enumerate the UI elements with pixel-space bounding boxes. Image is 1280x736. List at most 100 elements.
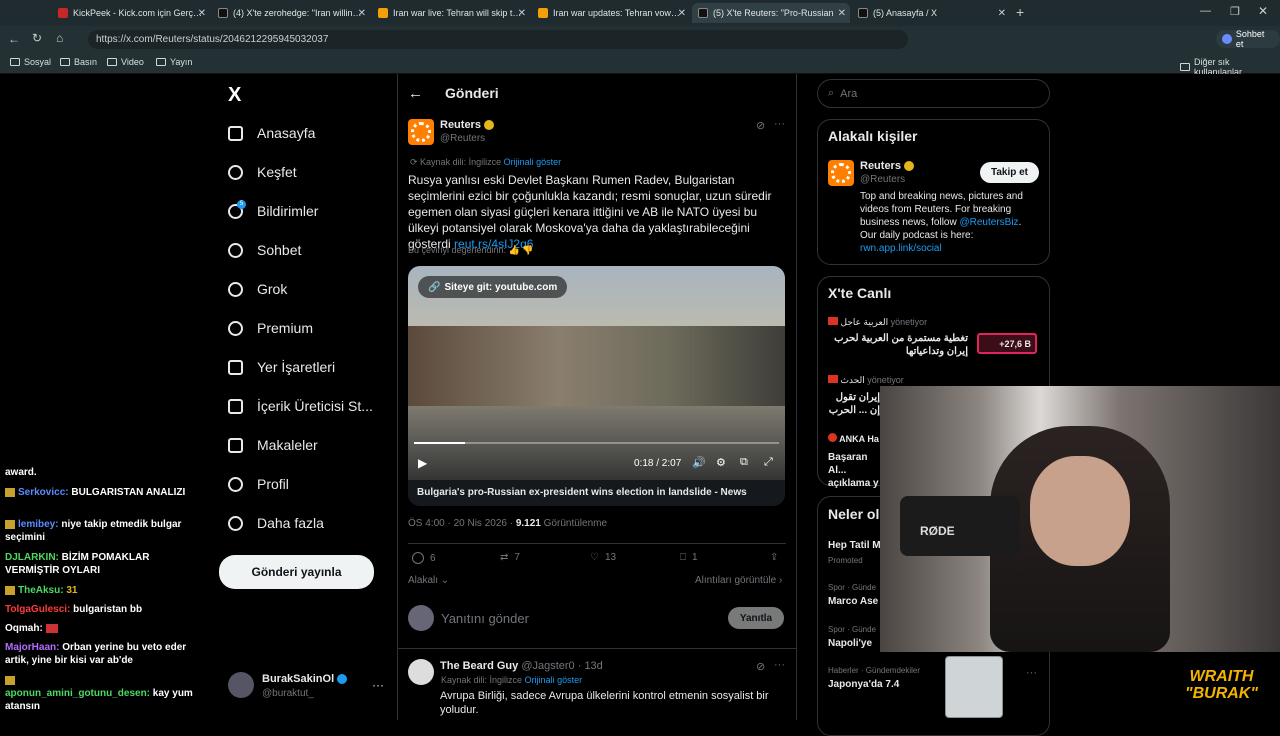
nav-articles[interactable]: Makaleler xyxy=(228,430,318,460)
back-icon[interactable]: ← xyxy=(8,32,20,46)
bookmark-button[interactable]: ⎕ 1 xyxy=(680,552,698,563)
new-tab-button[interactable]: + xyxy=(1016,4,1024,20)
x-logo-icon xyxy=(698,8,708,18)
chat-icon xyxy=(228,242,243,258)
minimize-button[interactable]: — xyxy=(1200,5,1211,17)
streamer-brand: WRAITH "BURAK" xyxy=(1185,668,1258,702)
trend-item[interactable]: Hep Tatil M xyxy=(828,540,881,551)
thumbs-up-icon[interactable]: 👍 xyxy=(509,245,520,255)
copilot-chat-button[interactable]: Sohbet et xyxy=(1216,29,1280,49)
follow-button[interactable]: Takip et xyxy=(980,162,1039,183)
more-icon[interactable]: ··· xyxy=(774,659,785,671)
share-button[interactable]: ⇪ xyxy=(770,552,778,563)
folder-icon xyxy=(156,58,166,66)
bookmark-folder[interactable]: Video xyxy=(107,57,144,67)
live-item-title[interactable]: Başaran Al... açıklama y xyxy=(828,451,880,490)
close-icon[interactable]: ✕ xyxy=(198,8,206,19)
live-listeners-badge[interactable]: +27,6 B xyxy=(977,333,1037,354)
nav-creator-studio[interactable]: İçerik Üreticisi St... xyxy=(228,391,373,421)
person-name[interactable]: Reuters xyxy=(860,160,914,172)
more-icon[interactable]: ··· xyxy=(1026,667,1037,679)
folder-icon xyxy=(1180,63,1190,71)
grok-icon[interactable]: ⊘ xyxy=(756,660,765,673)
close-icon[interactable]: ✕ xyxy=(358,8,366,19)
pip-icon[interactable]: ⧉ xyxy=(740,456,748,469)
browser-tab[interactable]: (4) X'te zerohedge: "Iran willing to ✕ xyxy=(212,3,370,23)
search-input[interactable]: ⌕ Ara xyxy=(817,79,1050,108)
verified-icon xyxy=(903,161,914,172)
more-icon[interactable]: ··· xyxy=(774,118,785,130)
browser-tab[interactable]: Iran war live: Tehran will skip talks ✕ xyxy=(372,3,530,23)
verified-icon xyxy=(483,120,494,131)
refresh-icon[interactable]: ↻ xyxy=(32,31,42,45)
home-icon[interactable]: ⌂ xyxy=(56,31,63,45)
author-name[interactable]: Reuters xyxy=(440,119,494,131)
bookmark-folder[interactable]: Sosyal xyxy=(10,57,51,67)
nav-home[interactable]: Anasayfa xyxy=(228,118,315,148)
view-quotes-link[interactable]: Alıntıları görüntüle › xyxy=(695,575,782,586)
browser-tab[interactable]: KickPeek - Kick.com için Gerçek Za ✕ xyxy=(52,3,210,23)
live-item-title[interactable]: إيران تقول إن ... الحرب "غير xyxy=(828,391,880,419)
reply-input[interactable]: Yanıtını gönder xyxy=(441,611,529,626)
reuters-avatar[interactable] xyxy=(408,119,434,145)
nav-bookmarks[interactable]: Yer İşaretleri xyxy=(228,352,335,382)
nav-chat[interactable]: Sohbet xyxy=(228,235,301,265)
close-icon[interactable]: ✕ xyxy=(998,8,1006,19)
account-name[interactable]: BurakSakinOl xyxy=(262,673,348,685)
url-field[interactable]: https://x.com/Reuters/status/20462122959… xyxy=(88,30,908,49)
like-button[interactable]: ♡ 13 xyxy=(590,552,616,563)
reply-author-avatar[interactable] xyxy=(408,659,434,685)
nav-profile[interactable]: Profil xyxy=(228,469,289,499)
volume-icon[interactable]: 🔊 xyxy=(692,456,706,469)
back-arrow-icon[interactable]: ← xyxy=(408,85,423,102)
sort-dropdown[interactable]: Alakalı ⌄ xyxy=(408,575,449,586)
trend-item[interactable]: Marco Ase xyxy=(828,596,878,607)
more-icon[interactable]: ··· xyxy=(372,678,384,692)
reply-button[interactable]: 6 xyxy=(412,552,436,564)
repost-button[interactable]: ⇄ 7 xyxy=(500,552,520,563)
settings-icon[interactable]: ⚙ xyxy=(716,456,726,469)
reuters-avatar[interactable] xyxy=(828,160,854,186)
close-icon[interactable]: ✕ xyxy=(838,8,846,19)
chevron-right-icon: › xyxy=(778,575,783,586)
trend-item[interactable]: Napoli'ye xyxy=(828,638,872,649)
notification-badge: 5 xyxy=(237,200,246,209)
close-icon[interactable]: ✕ xyxy=(678,8,686,19)
fullscreen-icon[interactable]: ⤢ xyxy=(764,456,773,469)
grok-icon[interactable]: ⊘ xyxy=(756,119,765,132)
reply-submit-button[interactable]: Yanıtla xyxy=(728,607,784,629)
video-progress-track[interactable] xyxy=(414,442,779,444)
trend-meta: Spor · Günde xyxy=(828,583,877,592)
author-handle[interactable]: @Reuters xyxy=(440,133,485,144)
visit-site-button[interactable]: 🔗 Siteye git: youtube.com xyxy=(418,276,568,298)
thumbs-down-icon[interactable]: 👎 xyxy=(522,245,533,255)
post-button[interactable]: Gönderi yayınla xyxy=(219,555,374,589)
avatar[interactable] xyxy=(228,672,254,698)
bookmark-folder[interactable]: Basın xyxy=(60,57,97,67)
maximize-button[interactable]: ❐ xyxy=(1230,5,1240,18)
nav-grok[interactable]: Grok xyxy=(228,274,287,304)
x-logo-icon[interactable]: X xyxy=(228,84,241,107)
play-icon[interactable]: ▶ xyxy=(418,456,427,470)
reply-translation-info: Kaynak dili: İngilizce Orijinali göster xyxy=(441,675,583,685)
video-time: 0:18 / 2:07 xyxy=(634,458,682,469)
bookmark-folder[interactable]: Yayın xyxy=(156,57,192,67)
nav-more[interactable]: Daha fazla xyxy=(228,508,324,538)
show-original-link[interactable]: Orijinali göster xyxy=(504,157,562,167)
browser-tab[interactable]: Iran war updates: Tehran vows resp ✕ xyxy=(532,3,690,23)
browser-tab[interactable]: (5) Anasayfa / X ✕ xyxy=(852,3,1010,23)
column-divider xyxy=(796,74,797,720)
video-player[interactable]: 🔗 Siteye git: youtube.com ▶ 0:18 / 2:07 🔊… xyxy=(408,266,785,506)
rocket-icon xyxy=(228,398,243,414)
trend-item[interactable]: Japonya'da 7.4 xyxy=(828,679,899,690)
folder-icon xyxy=(60,58,70,66)
nav-premium[interactable]: Premium xyxy=(228,313,313,343)
chat-message: DJLARKIN: BİZİM POMAKLAR VERMİŞTİR OYLAR… xyxy=(5,552,150,576)
nav-explore[interactable]: Keşfet xyxy=(228,157,297,187)
window-close-button[interactable]: ✕ xyxy=(1258,4,1268,18)
close-icon[interactable]: ✕ xyxy=(518,8,526,19)
browser-tab-active[interactable]: (5) X'te Reuters: "Pro-Russian ✕ xyxy=(692,3,850,23)
trend-meta: Spor · Günde xyxy=(828,625,877,634)
reply-author[interactable]: The Beard Guy @Jagster0 · 13d xyxy=(440,660,603,672)
live-item-title[interactable]: تغطية مستمرة من العربية لحرب إيران وتداع… xyxy=(828,332,968,358)
